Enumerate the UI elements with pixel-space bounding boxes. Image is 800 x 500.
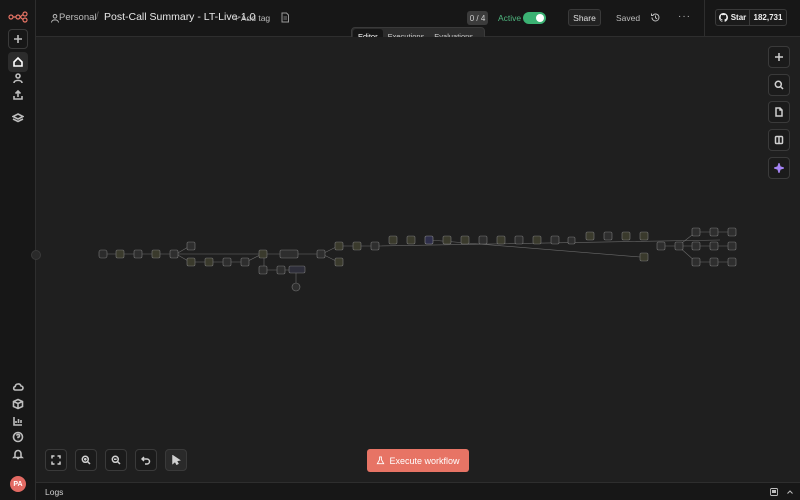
zoom-out-button[interactable] <box>105 449 127 471</box>
add-node-button[interactable] <box>768 46 790 68</box>
cursor-icon <box>172 455 181 465</box>
sidebar-item-shared[interactable] <box>8 85 28 105</box>
user-icon <box>13 73 23 84</box>
active-toggle[interactable] <box>523 12 546 24</box>
workflow-title[interactable]: Post-Call Summary - LT-Live-1.0 <box>104 11 256 23</box>
active-label: Active <box>498 13 522 23</box>
execute-workflow-label: Execute workflow <box>389 455 460 466</box>
fit-view-button[interactable] <box>45 449 67 471</box>
sidebar-item-projects[interactable] <box>8 108 28 128</box>
ai-sparkle-icon <box>774 163 784 173</box>
add-sticky-note-button[interactable] <box>768 101 790 123</box>
layers-icon <box>12 113 24 123</box>
cloud-icon <box>12 383 24 391</box>
document-icon[interactable] <box>280 12 290 23</box>
breadcrumb-owner[interactable]: Personal <box>59 12 97 23</box>
workflow-canvas[interactable] <box>36 37 800 482</box>
bell-icon <box>12 449 24 460</box>
history-icon[interactable] <box>650 12 661 23</box>
sidebar-collapse-handle[interactable] <box>31 250 41 260</box>
logs-label: Logs <box>45 487 64 497</box>
github-star-button[interactable]: Star 182,731 <box>715 9 787 26</box>
selection-mode-button[interactable] <box>165 449 187 471</box>
undo-button[interactable] <box>135 449 157 471</box>
logs-panel[interactable]: Logs <box>36 482 800 500</box>
search-nodes-button[interactable] <box>768 74 790 96</box>
add-tag-button[interactable]: + Add tag <box>234 13 270 23</box>
github-star-label: Star <box>730 13 747 22</box>
workflow-nodes <box>98 227 737 292</box>
breadcrumb-separator: / <box>96 11 99 22</box>
add-button[interactable] <box>8 29 28 49</box>
popout-icon[interactable] <box>770 488 778 496</box>
github-star-count: 182,731 <box>753 13 783 22</box>
evaluation-counter: 0 / 4 <box>467 11 488 25</box>
share-button[interactable]: Share <box>568 9 601 26</box>
header-divider <box>704 0 705 37</box>
panel-icon <box>774 135 784 145</box>
n8n-logo-icon[interactable] <box>8 11 28 23</box>
left-sidebar: PA <box>0 0 36 500</box>
home-icon <box>13 56 23 67</box>
zoom-in-button[interactable] <box>75 449 97 471</box>
workflow-graph[interactable] <box>36 37 800 482</box>
sticky-note-icon <box>775 107 783 117</box>
avatar[interactable]: PA <box>10 476 26 492</box>
zoom-in-icon <box>81 455 91 465</box>
zoom-out-icon <box>111 455 121 465</box>
flask-icon <box>377 456 385 465</box>
execute-workflow-button[interactable]: Execute workflow <box>367 449 469 472</box>
undo-icon <box>141 456 151 465</box>
fit-view-icon <box>51 455 61 465</box>
insights-icon <box>13 417 22 426</box>
ai-assistant-button[interactable] <box>768 157 790 179</box>
saved-status: Saved <box>616 13 641 23</box>
chevron-up-icon[interactable] <box>786 488 794 496</box>
templates-icon <box>12 398 24 410</box>
plus-icon <box>775 53 783 61</box>
plus-icon <box>14 35 22 43</box>
sidebar-item-notifications[interactable] <box>8 444 28 464</box>
toggle-panel-button[interactable] <box>768 129 790 151</box>
share-icon <box>13 89 23 100</box>
more-options-icon[interactable]: ··· <box>678 11 691 22</box>
help-icon <box>12 431 24 443</box>
github-icon <box>718 13 728 22</box>
search-icon <box>774 80 784 90</box>
